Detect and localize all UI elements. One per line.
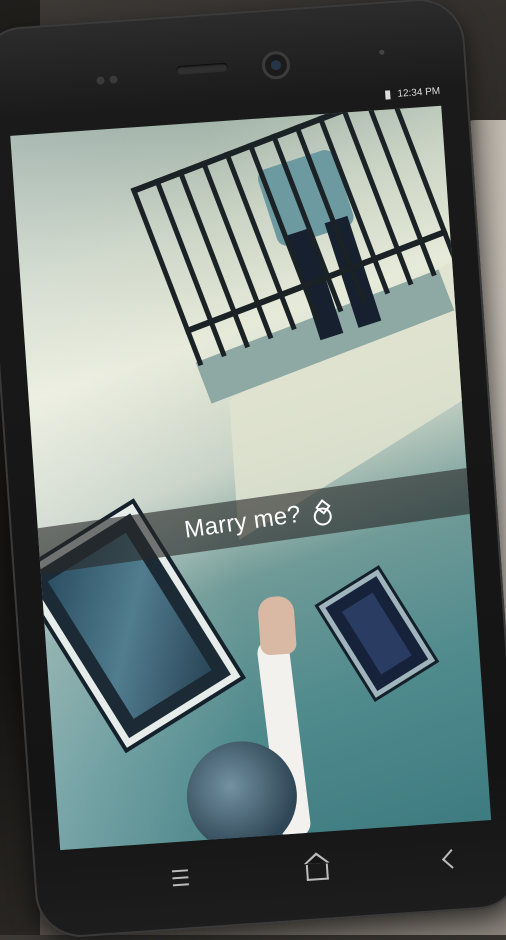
phone-device: 12:34 PM Marry me? <box>0 0 506 940</box>
menu-button[interactable] <box>159 857 202 900</box>
snap-caption-text: Marry me? <box>182 500 303 544</box>
proximity-sensors <box>96 70 123 90</box>
raised-hand <box>257 595 298 656</box>
home-button[interactable] <box>296 847 339 890</box>
status-time: 12:34 PM <box>397 85 441 100</box>
battery-icon <box>385 90 392 100</box>
snap-photo[interactable]: Marry me? <box>10 105 492 851</box>
back-button[interactable] <box>430 838 473 881</box>
home-icon <box>305 863 329 882</box>
menu-icon <box>171 869 189 887</box>
back-icon <box>441 849 462 869</box>
wall-picture-frame-small <box>318 569 436 698</box>
ring-icon <box>309 500 332 523</box>
front-camera-icon <box>261 50 291 81</box>
notification-led <box>379 49 385 55</box>
earpiece-speaker <box>175 62 229 76</box>
